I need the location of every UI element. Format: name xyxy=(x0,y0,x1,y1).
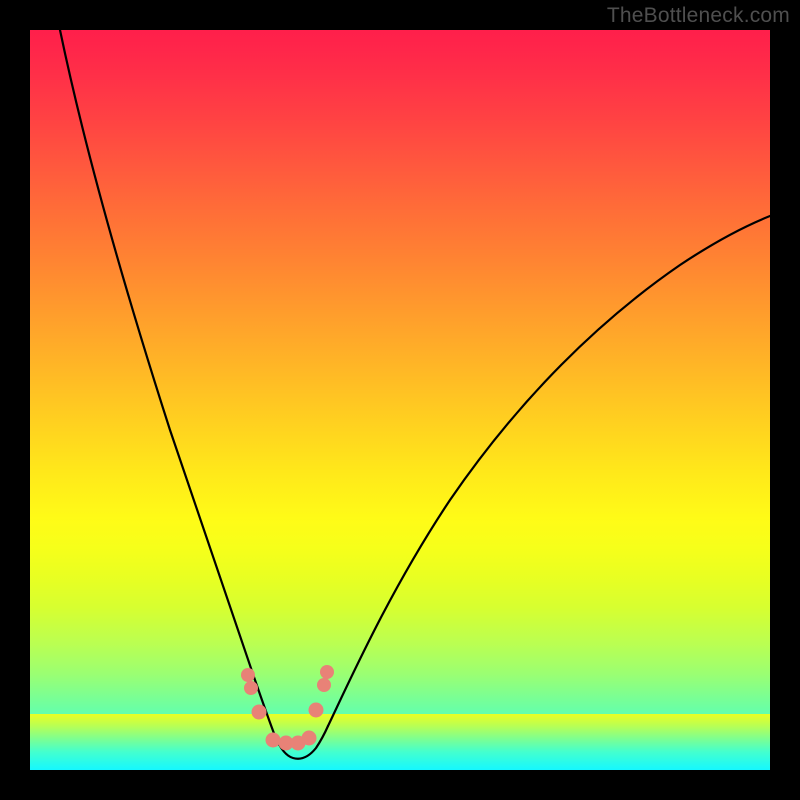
marker-left-lower xyxy=(252,705,267,720)
marker-valley-4 xyxy=(302,731,317,746)
plot-area xyxy=(30,30,770,770)
marker-right-lower xyxy=(309,703,324,718)
bottleneck-curve xyxy=(30,30,770,770)
marker-right-upper-double xyxy=(317,665,334,692)
marker-valley-1 xyxy=(266,733,281,748)
chart-frame: TheBottleneck.com xyxy=(0,0,800,800)
curve-right-branch xyxy=(328,216,770,726)
watermark-text: TheBottleneck.com xyxy=(607,4,790,28)
curve-left-branch xyxy=(60,30,275,736)
